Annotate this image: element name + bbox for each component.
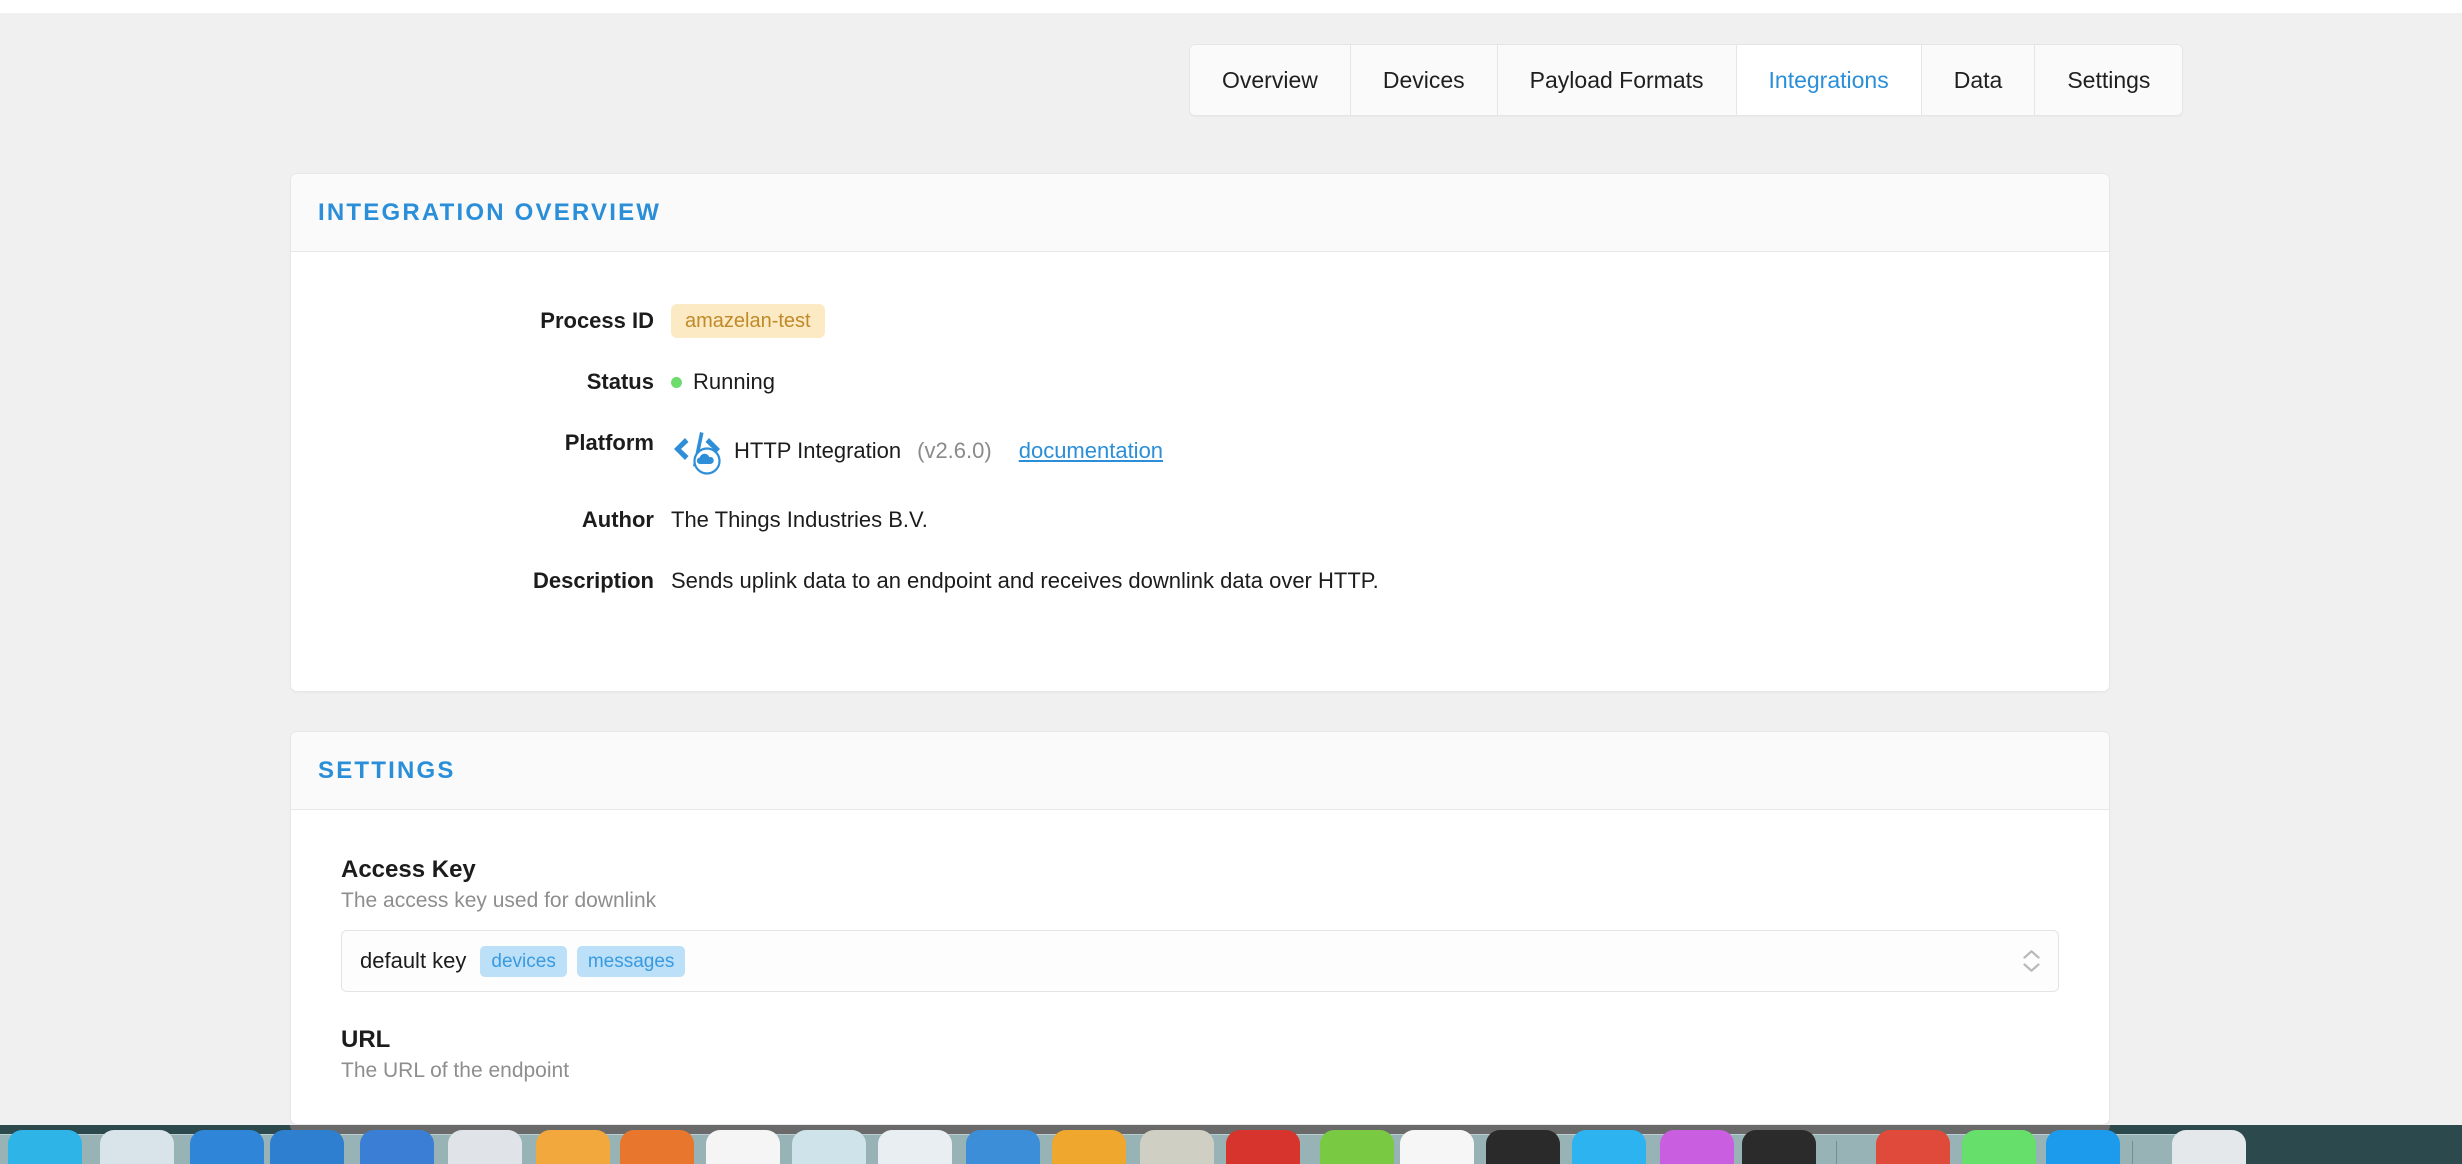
dock-icon[interactable] xyxy=(270,1130,344,1164)
dock-icon[interactable] xyxy=(1962,1130,2036,1164)
dock-icon[interactable] xyxy=(1226,1130,1300,1164)
dock-icon[interactable] xyxy=(966,1130,1040,1164)
dock-icon[interactable] xyxy=(190,1130,264,1164)
status-text: Running xyxy=(693,369,775,394)
dock-icon[interactable] xyxy=(1876,1130,1950,1164)
field-url: URL The URL of the endpoint xyxy=(341,1026,2059,1083)
tab-overview[interactable]: Overview xyxy=(1190,45,1351,115)
macos-dock xyxy=(0,1125,2462,1164)
dock-icon[interactable] xyxy=(1660,1130,1734,1164)
dock-icon[interactable] xyxy=(792,1130,866,1164)
settings-header: SETTINGS xyxy=(291,732,2109,810)
settings-body: Access Key The access key used for downl… xyxy=(291,810,2109,1083)
documentation-link[interactable]: documentation xyxy=(1019,434,1163,468)
label-author: Author xyxy=(581,507,654,532)
integration-overview-title: INTEGRATION OVERVIEW xyxy=(318,198,662,226)
row-process-id: Process ID amazelan-test xyxy=(291,304,2109,338)
dock-icon[interactable] xyxy=(2046,1130,2120,1164)
tab-settings[interactable]: Settings xyxy=(2035,45,2183,115)
value-process-id: amazelan-test xyxy=(671,304,825,338)
page-canvas: Overview Devices Payload Formats Integra… xyxy=(0,13,2462,1125)
dock-icon[interactable] xyxy=(2172,1130,2246,1164)
access-key-tag-devices: devices xyxy=(480,945,567,977)
tab-payload-formats[interactable]: Payload Formats xyxy=(1497,45,1737,115)
dock-tray xyxy=(0,1130,2246,1164)
settings-title: SETTINGS xyxy=(318,756,456,784)
code-cloud-icon xyxy=(674,432,721,475)
chevron-updown-icon[interactable] xyxy=(2023,950,2040,973)
dock-separator xyxy=(2132,1141,2133,1164)
settings-card: SETTINGS Access Key The access key used … xyxy=(290,731,2110,1125)
label-process-id: Process ID xyxy=(540,308,654,333)
main-tab-bar: Overview Devices Payload Formats Integra… xyxy=(1189,44,2184,116)
dock-icon[interactable] xyxy=(448,1130,522,1164)
dock-icon[interactable] xyxy=(1400,1130,1474,1164)
dock-icon[interactable] xyxy=(1742,1130,1816,1164)
dock-icon[interactable] xyxy=(360,1130,434,1164)
access-key-select[interactable]: default key devices messages xyxy=(341,930,2059,992)
chevron-up-icon xyxy=(2023,950,2040,959)
platform-name: HTTP Integration xyxy=(734,438,902,463)
integration-overview-card: INTEGRATION OVERVIEW Process ID amazelan… xyxy=(290,173,2110,692)
integration-overview-header: INTEGRATION OVERVIEW xyxy=(291,174,2109,252)
label-description: Description xyxy=(532,568,654,593)
dock-icon[interactable] xyxy=(1486,1130,1560,1164)
access-key-value: default key xyxy=(360,948,467,973)
tab-data[interactable]: Data xyxy=(1921,45,2036,115)
dock-icon[interactable] xyxy=(706,1130,780,1164)
value-platform: HTTP Integration (v2.6.0) documentation xyxy=(671,426,1163,476)
status-running-dot-icon xyxy=(671,376,682,388)
dock-icon[interactable] xyxy=(100,1130,174,1164)
dock-separator xyxy=(1836,1141,1837,1164)
dock-icon[interactable] xyxy=(1140,1130,1214,1164)
url-hint: The URL of the endpoint xyxy=(341,1059,570,1082)
url-label: URL xyxy=(341,1026,391,1053)
row-status: Status Running xyxy=(291,365,2109,399)
row-platform: Platform HTTP Integration (v2.6.0) docum… xyxy=(291,426,2109,476)
dock-icon[interactable] xyxy=(1320,1130,1394,1164)
row-description: Description Sends uplink data to an endp… xyxy=(291,564,2109,598)
tab-devices[interactable]: Devices xyxy=(1350,45,1498,115)
platform-version: (v2.6.0) xyxy=(917,438,992,463)
row-author: Author The Things Industries B.V. xyxy=(291,503,2109,537)
integration-overview-body: Process ID amazelan-test Status Running … xyxy=(291,252,2109,598)
chevron-down-icon xyxy=(2023,963,2040,972)
label-platform: Platform xyxy=(564,430,654,455)
dock-icon[interactable] xyxy=(1052,1130,1126,1164)
access-key-hint: The access key used for downlink xyxy=(341,889,657,912)
dock-icon[interactable] xyxy=(8,1130,82,1164)
field-access-key: Access Key The access key used for downl… xyxy=(341,856,2059,992)
dock-icon[interactable] xyxy=(878,1130,952,1164)
dock-icon[interactable] xyxy=(620,1130,694,1164)
access-key-label: Access Key xyxy=(341,856,476,883)
value-description: Sends uplink data to an endpoint and rec… xyxy=(671,568,1379,593)
value-status: Running xyxy=(671,365,775,399)
dock-icon[interactable] xyxy=(536,1130,610,1164)
process-id-badge: amazelan-test xyxy=(671,304,825,338)
value-author: The Things Industries B.V. xyxy=(671,507,928,532)
access-key-tag-messages: messages xyxy=(576,945,686,977)
tab-integrations[interactable]: Integrations xyxy=(1736,45,1922,115)
label-status: Status xyxy=(586,369,654,394)
dock-icon[interactable] xyxy=(1572,1130,1646,1164)
